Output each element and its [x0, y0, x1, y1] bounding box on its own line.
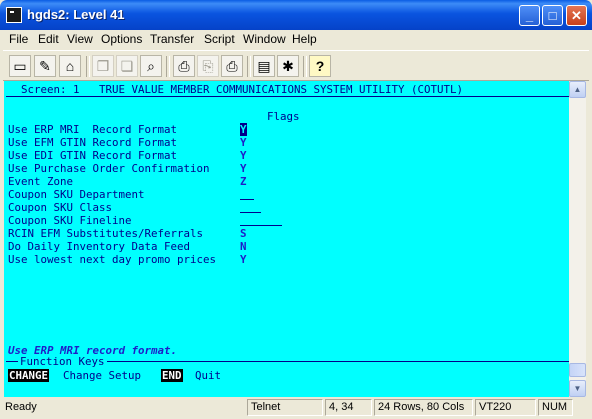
function-keys-title: Function Keys [18, 355, 107, 368]
end-key-label: Quit [195, 369, 222, 382]
end-key[interactable]: END [161, 369, 183, 382]
section-title: Flags [267, 110, 300, 123]
change-key[interactable]: CHANGE [8, 369, 50, 382]
close-button[interactable]: ✕ [566, 5, 587, 26]
connect-icon[interactable]: ✎ [34, 55, 56, 77]
field-label: Use Purchase Order Confirmation [8, 162, 210, 175]
field-label: Use EDI GTIN Record Format [8, 149, 178, 162]
field-label: Use EFM GTIN Record Format [8, 136, 178, 149]
field-value-daily-inventory[interactable]: N [240, 240, 247, 253]
window-title: hgds2: Level 41 [27, 7, 125, 22]
terminal-screen[interactable]: Screen: 1 TRUE VALUE MEMBER COMMUNICATIO… [4, 81, 569, 397]
field-value-rcin-efm[interactable]: S [240, 227, 247, 240]
menu-edit[interactable]: Edit [38, 32, 59, 46]
field-label: Coupon SKU Department [8, 188, 145, 201]
field-value-lowest-promo[interactable]: Y [240, 253, 247, 266]
field-value-event-zone[interactable]: Z [240, 175, 247, 188]
new-session-icon[interactable]: ▭ [9, 55, 31, 77]
menu-bar: File Edit View Options Transfer Script W… [3, 30, 589, 49]
title-bar[interactable]: hgds2: Level 41 _ □ ✕ [0, 0, 592, 30]
field-label: Coupon SKU Fineline [8, 214, 132, 227]
scroll-thumb[interactable] [569, 363, 586, 377]
scroll-up-button[interactable]: ▲ [569, 81, 586, 98]
print-screen-icon[interactable]: ⎙ [173, 55, 195, 77]
toolbar-separator [86, 56, 90, 77]
field-label: RCIN EFM Substitutes/Referrals [8, 227, 204, 240]
field-value-po-confirmation[interactable]: Y [240, 162, 247, 175]
field-label: Use ERP MRI Record Format [8, 123, 178, 136]
menu-transfer[interactable]: Transfer [150, 32, 194, 46]
menu-file[interactable]: File [9, 32, 28, 46]
maximize-button[interactable]: □ [542, 5, 563, 26]
toolbar-separator [303, 56, 307, 77]
menu-help[interactable]: Help [292, 32, 317, 46]
change-key-label: Change Setup [63, 369, 142, 382]
find-icon[interactable]: ⌕ [140, 55, 162, 77]
paste-icon[interactable]: ❏ [116, 55, 138, 77]
status-text: Ready [5, 401, 37, 413]
menu-window[interactable]: Window [243, 32, 286, 46]
field-value-erp-mri[interactable]: Y [240, 123, 247, 136]
field-label: Event Zone [8, 175, 74, 188]
print-selection-icon[interactable]: ⎘ [197, 55, 219, 77]
scroll-down-button[interactable]: ▼ [569, 380, 586, 397]
vertical-scrollbar[interactable]: ▲ ▼ [569, 81, 586, 397]
num-lock-indicator: NUM [538, 399, 573, 416]
field-value-edi-gtin[interactable]: Y [240, 149, 247, 162]
help-icon[interactable]: ? [309, 55, 331, 77]
copy-icon[interactable]: ❐ [92, 55, 114, 77]
field-value-coupon-fineline[interactable] [240, 225, 282, 226]
screen-header: Screen: 1 TRUE VALUE MEMBER COMMUNICATIO… [21, 83, 464, 96]
toolbar-separator [247, 56, 251, 77]
field-label: Coupon SKU Class [8, 201, 113, 214]
terminal-app-icon[interactable] [6, 7, 22, 23]
screen-size: 24 Rows, 80 Cols [374, 399, 473, 416]
field-value-efm-gtin[interactable]: Y [240, 136, 247, 149]
protocol-indicator: Telnet [247, 399, 323, 416]
status-bar: Ready Telnet 4, 34 24 Rows, 80 Cols VT22… [0, 397, 592, 419]
cursor-position: 4, 34 [325, 399, 372, 416]
field-value-coupon-class[interactable] [240, 212, 261, 213]
toolbar-separator [166, 56, 170, 77]
printer-icon[interactable]: ⎙ [221, 55, 243, 77]
minimize-button[interactable]: _ [519, 5, 540, 26]
header-divider [6, 96, 569, 97]
field-label: Use lowest next day promo prices [8, 253, 217, 266]
session-properties-icon[interactable]: ▤ [253, 55, 275, 77]
field-value-coupon-department[interactable] [240, 199, 254, 200]
menu-view[interactable]: View [67, 32, 93, 46]
keyboard-map-icon[interactable]: ✱ [277, 55, 299, 77]
menu-options[interactable]: Options [101, 32, 142, 46]
disconnect-icon[interactable]: ⌂ [59, 55, 81, 77]
toolbar: ▭ ✎ ⌂ ❐ ❏ ⌕ ⎙ ⎘ ⎙ ▤ ✱ ? [3, 50, 589, 81]
field-label: Do Daily Inventory Data Feed [8, 240, 191, 253]
menu-script[interactable]: Script [204, 32, 235, 46]
emulation-type: VT220 [475, 399, 536, 416]
